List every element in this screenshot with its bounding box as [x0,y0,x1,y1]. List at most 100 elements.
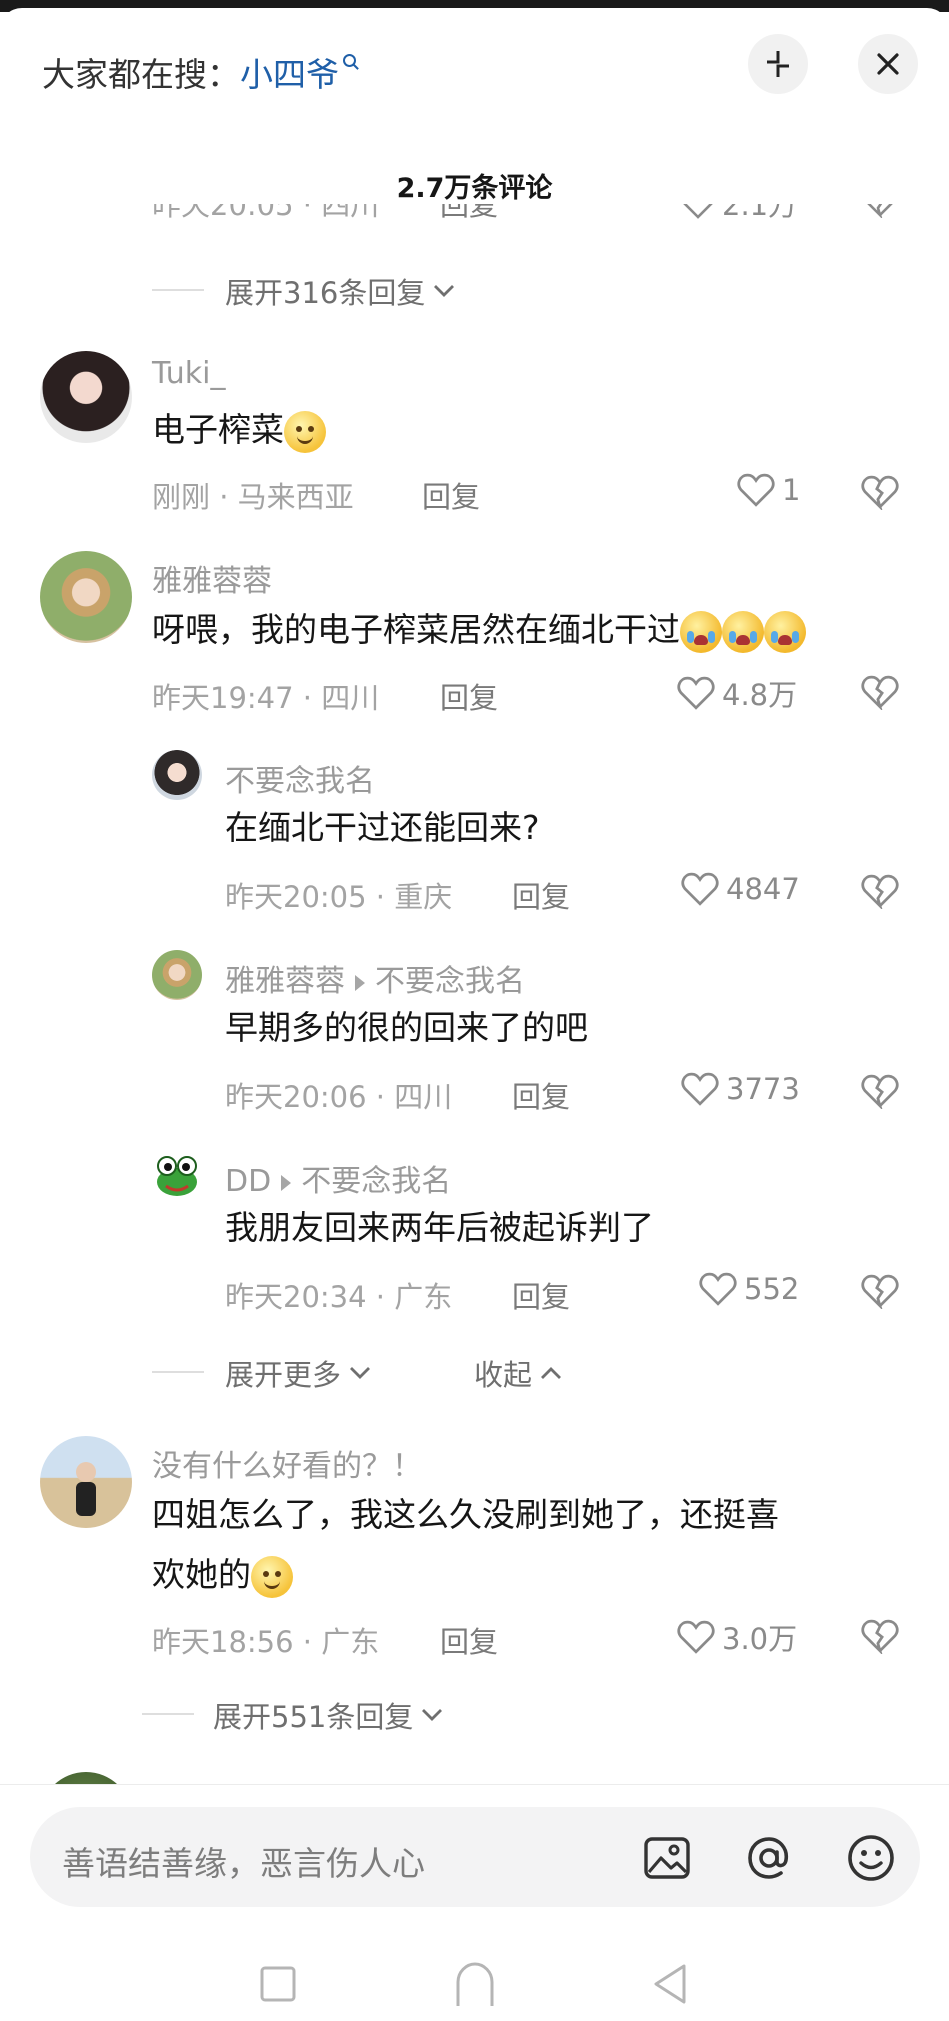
heart-icon [681,1072,719,1106]
crying-emoji-icon [680,610,722,653]
like-button[interactable]: 4847 [680,871,800,907]
divider-dash [152,289,204,291]
search-keyword[interactable]: 小四爷 [240,55,339,94]
chevron-down-icon [434,285,455,297]
comment-text: 呀喂，我的电子榨菜居然在缅北干过 [152,600,806,660]
reply-username[interactable]: 不要念我名 [225,756,375,800]
broken-heart-icon [861,1619,899,1656]
comment-input-placeholder: 善语结善缘，恶言伤人心 [62,1844,425,1883]
like-button[interactable]: 4.8万 [676,672,797,714]
frog-avatar-icon [157,1156,197,1196]
like-count: 2.1万 [722,204,798,222]
collapse-label: 收起 [474,1358,533,1392]
minimize-button[interactable] [748,34,808,94]
smile-emoji-icon [251,1555,293,1598]
heart-icon [699,1272,737,1306]
comment-text: 电子榨菜 [152,400,326,460]
avatar[interactable] [40,1436,132,1528]
broken-heart-icon [867,204,893,220]
nav-recents-icon[interactable] [258,1964,298,2004]
emoji-icon [848,1835,894,1881]
expand-more-label: 展开更多 [225,1358,342,1392]
reply-button[interactable]: 回复 [512,1274,570,1316]
reply-arrow-icon [355,974,365,991]
comment-username[interactable]: 雅雅蓉蓉 [152,556,272,600]
heart-icon [681,872,719,906]
comment-text-body: 呀喂，我的电子榨菜居然在缅北干过 [152,610,680,649]
like-button[interactable]: 552 [698,1271,799,1307]
dislike-button[interactable] [862,204,898,222]
heart-icon [683,204,713,219]
reply-button[interactable]: 回复 [440,675,498,717]
reply-button[interactable]: 回复 [440,1619,498,1661]
image-icon [644,1837,690,1879]
like-count: 552 [744,1272,800,1306]
reply-text: 在缅北干过还能回来? [225,808,540,847]
avatar[interactable] [40,351,132,443]
comment-username[interactable]: 没有什么好看的？！ [152,1441,422,1485]
like-button[interactable]: 2.1万 [680,204,797,224]
reply-arrow-icon [281,1174,292,1191]
chevron-down-icon [350,1367,371,1379]
reply-username[interactable]: DD 不要念我名 [225,1156,451,1200]
reply-button[interactable]: 回复 [440,204,498,224]
close-button[interactable] [858,34,918,94]
minimize-icon [767,51,789,77]
at-icon [748,1837,789,1879]
nav-home-icon[interactable] [450,1960,500,2010]
reply-button[interactable]: 回复 [512,874,570,916]
comment-text-body: 欢她的 [152,1555,251,1594]
comment-text-body: 电子榨菜 [152,410,284,449]
comment-meta: 刚刚 · 马来西亚 [152,480,354,514]
reply-button[interactable]: 回复 [512,1074,570,1116]
expand-label: 展开316条回复 [225,276,426,310]
reply-text: 早期多的很的回来了的吧 [225,1008,588,1047]
avatar[interactable] [152,750,202,800]
reply-username[interactable]: 雅雅蓉蓉 不要念我名 [225,956,525,1000]
expand-more-button[interactable]: 展开更多 [225,1352,373,1394]
emoji-button[interactable] [844,1831,898,1885]
heart-icon [737,473,775,507]
broken-heart-icon [861,475,899,512]
reply-meta: 昨天20:34 · 广东 [225,1280,453,1314]
reply-button[interactable]: 回复 [422,474,480,516]
avatar[interactable] [152,1150,202,1200]
chevron-up-icon [541,1367,562,1379]
like-count: 3773 [726,1072,800,1106]
avatar[interactable] [40,1772,132,1784]
comment-input-bar: 善语结善缘，恶言伤人心 [0,1784,949,2021]
chevron-down-icon [422,1709,443,1721]
like-button[interactable]: 3.0万 [676,1616,797,1658]
expand-replies-button[interactable]: 展开316条回复 [225,270,457,312]
dislike-button[interactable] [860,1618,900,1658]
like-button[interactable]: 1 [736,472,800,508]
comment-username[interactable]: Tuki_ [152,356,226,391]
dislike-button[interactable] [860,873,900,913]
divider-dash [142,1713,194,1715]
nav-back-icon[interactable] [650,1962,690,2006]
avatar[interactable] [152,950,202,1000]
like-count: 4847 [726,872,800,906]
mention-button[interactable] [742,1831,796,1885]
comment-meta: 昨天18:56 · 广东 [152,1625,380,1659]
like-button[interactable]: 3773 [680,1071,800,1107]
collapse-button[interactable]: 收起 [474,1352,564,1394]
crying-emoji-icon [722,610,764,653]
dislike-button[interactable] [860,474,900,514]
dislike-button[interactable] [860,1273,900,1313]
avatar[interactable] [40,551,132,643]
comment-list[interactable]: 昨天20:05 · 四川 回复 2.1万 展开316条回复 Tuki_ 电子榨菜… [0,204,949,1784]
divider-dash [152,1371,204,1373]
like-count: 3.0万 [722,1622,798,1656]
expand-replies-button[interactable]: 展开551条回复 [213,1694,445,1736]
smile-emoji-icon [284,410,326,453]
comment-input[interactable]: 善语结善缘，恶言伤人心 [30,1807,920,1907]
comment-meta: 昨天20:05 · 四川 [152,204,380,222]
heart-icon [677,1620,715,1654]
dislike-button[interactable] [860,674,900,714]
image-button[interactable] [640,1831,694,1885]
avatar-figure-icon [76,1462,96,1516]
close-icon [877,53,899,75]
dislike-button[interactable] [860,1073,900,1113]
search-suggestion[interactable]: 大家都在搜：小四爷 [42,48,356,96]
